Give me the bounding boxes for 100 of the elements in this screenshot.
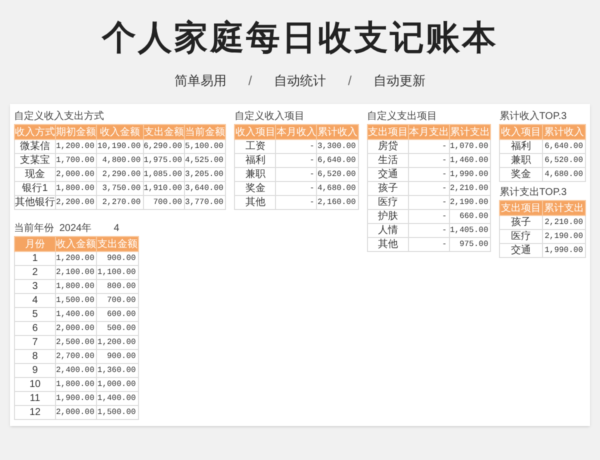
table-cell: 6,520.00 <box>542 154 586 168</box>
table-cell: 2,100.00 <box>56 266 97 280</box>
table-cell: 1,990.00 <box>542 244 586 258</box>
table-cell: 1,400.00 <box>56 308 97 322</box>
table-cell: 1,975.00 <box>143 154 185 168</box>
table-cell: 人情 <box>367 224 408 238</box>
column-header: 累计收入 <box>542 124 586 140</box>
table-cell: 9 <box>14 364 56 378</box>
table-cell: 1,400.00 <box>96 392 138 406</box>
table-cell: - <box>276 168 317 182</box>
page-title: 个人家庭每日收支记账本 <box>102 18 498 59</box>
table-cell: 3,770.00 <box>184 196 226 210</box>
column-header: 收入金额 <box>96 124 144 140</box>
table-cell: 1,200.00 <box>96 336 138 350</box>
table-cell: 银行1 <box>14 182 56 196</box>
table-cell: 660.00 <box>449 210 491 224</box>
table-cell: 5,100.00 <box>184 140 226 154</box>
table-cell: 2,000.00 <box>56 406 97 420</box>
tagline: 自动统计 <box>274 72 326 90</box>
table-cell: 1,800.00 <box>56 378 97 392</box>
table-cell: - <box>276 154 317 168</box>
table-cell: - <box>408 224 450 238</box>
table-cell: 兼职 <box>500 154 542 168</box>
column-header: 累计支出 <box>449 124 491 140</box>
table-cell: 2,200.00 <box>56 196 97 210</box>
table-cell: 700.00 <box>96 294 138 308</box>
table-cell: 800.00 <box>96 280 138 294</box>
table-cell: 10 <box>14 378 56 392</box>
table-cell: 975.00 <box>449 238 491 252</box>
table-cell: 1,800.00 <box>56 182 97 196</box>
table-cell: 2,700.00 <box>56 350 97 364</box>
table-cell: 4 <box>14 294 56 308</box>
column-header: 收入金额 <box>56 236 97 252</box>
table-cell: 1,100.00 <box>96 266 138 280</box>
month-value: 4 <box>112 222 120 236</box>
year-label: 当前年份 <box>14 222 55 236</box>
table-cell: 900.00 <box>96 350 138 364</box>
column-header: 当前金额 <box>184 124 226 140</box>
table-cell: 4,525.00 <box>184 154 226 168</box>
table-cell: - <box>408 210 450 224</box>
table-cell: 其他银行 <box>14 196 56 210</box>
table-caption: 累计收入TOP.3 <box>499 110 568 124</box>
table-cell: 2,210.00 <box>449 182 491 196</box>
table-cell: 2,000.00 <box>56 168 97 182</box>
table-cell: 交通 <box>500 244 542 258</box>
table-cell: 孩子 <box>367 182 408 196</box>
table-cell: 1,360.00 <box>96 364 138 378</box>
table-cell: 3,640.00 <box>184 182 226 196</box>
table-cell: 奖金 <box>234 182 276 196</box>
table-cell: 生活 <box>367 154 408 168</box>
table-cell: 3 <box>14 280 56 294</box>
table-caption: 自定义收入支出方式 <box>14 110 105 124</box>
table-cell: 4,680.00 <box>542 168 586 182</box>
table-cell: - <box>276 196 317 210</box>
table-cell: 1,800.00 <box>56 280 97 294</box>
table-cell: 兼职 <box>234 168 276 182</box>
separator: / <box>248 72 252 90</box>
table-cell: - <box>408 168 450 182</box>
table-cell: 6 <box>14 322 56 336</box>
table-cell: 2,190.00 <box>542 230 586 244</box>
column-header: 本月支出 <box>408 124 450 140</box>
table-cell: 8 <box>14 350 56 364</box>
table-cell: 700.00 <box>143 196 185 210</box>
table-cell: 3,750.00 <box>96 182 144 196</box>
column-header: 月份 <box>14 236 56 252</box>
table-cell: 7 <box>14 336 56 350</box>
table-cell: - <box>408 154 450 168</box>
column-header: 收入方式 <box>14 124 56 140</box>
table-cell: 2,000.00 <box>56 322 97 336</box>
table-cell: 1,500.00 <box>56 294 97 308</box>
column-header: 支出项目 <box>500 200 542 216</box>
column-header: 收入项目 <box>500 124 542 140</box>
table-cell: 2,400.00 <box>56 364 97 378</box>
table-cell: 1,070.00 <box>449 140 491 154</box>
table-cell: 500.00 <box>96 322 138 336</box>
column-header: 累计支出 <box>542 200 586 216</box>
table-cell: 1,990.00 <box>449 168 491 182</box>
table-cell: 2 <box>14 266 56 280</box>
column-header: 本月收入 <box>276 124 317 140</box>
table-cell: 1,910.00 <box>143 182 185 196</box>
table-cell: 1,200.00 <box>56 252 97 266</box>
table-cell: 交通 <box>367 168 408 182</box>
table-cell: 900.00 <box>96 252 138 266</box>
table-cell: 现金 <box>14 168 56 182</box>
table-cell: 11 <box>14 392 56 406</box>
column-header: 支出金额 <box>143 124 185 140</box>
table-cell: 2,270.00 <box>96 196 144 210</box>
table-cell: 房贷 <box>367 140 408 154</box>
table-cell: 2,290.00 <box>96 168 144 182</box>
table-cell: 1,500.00 <box>96 406 138 420</box>
table-cell: 6,640.00 <box>542 140 586 154</box>
table-cell: 其他 <box>234 196 276 210</box>
table-caption: 累计支出TOP.3 <box>499 186 568 200</box>
table-cell: 孩子 <box>500 216 542 230</box>
table-cell: 4,800.00 <box>96 154 144 168</box>
table-cell: 5 <box>14 308 56 322</box>
table-cell: 2,500.00 <box>56 336 97 350</box>
table-cell: - <box>276 182 317 196</box>
table-cell: 工资 <box>234 140 276 154</box>
table-cell: 1,700.00 <box>56 154 97 168</box>
